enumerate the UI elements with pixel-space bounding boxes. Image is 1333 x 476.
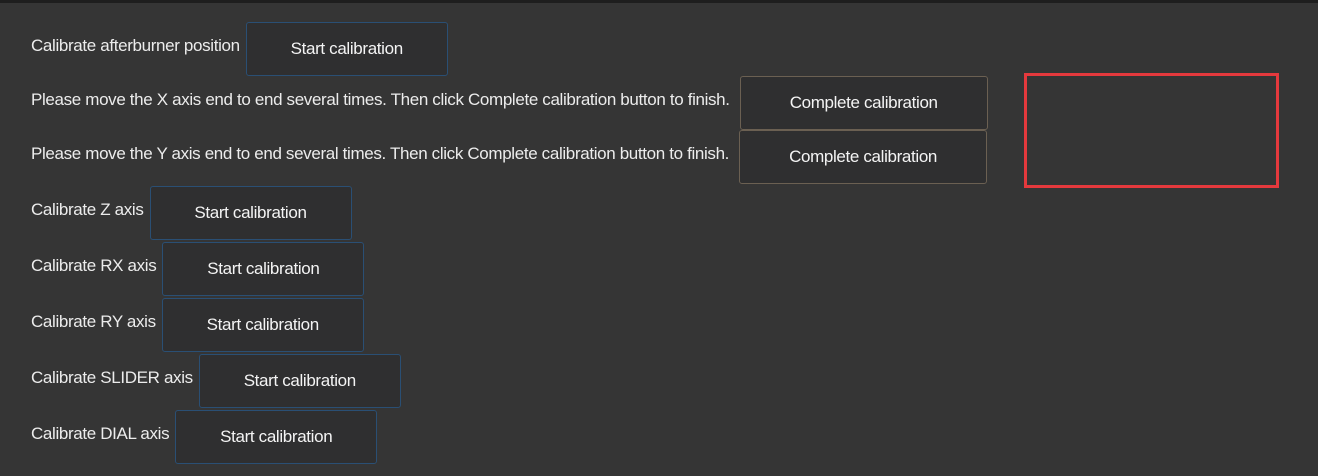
start-calibration-button[interactable]: Start calibration: [245, 22, 448, 76]
calibration-label: Calibrate RY axis: [31, 312, 156, 331]
start-calibration-button[interactable]: Start calibration: [198, 354, 401, 408]
start-calibration-button[interactable]: Start calibration: [161, 298, 364, 352]
calibration-label: Calibrate SLIDER axis: [31, 368, 193, 387]
calibration-label: Calibrate afterburner position: [31, 36, 240, 55]
complete-calibration-button[interactable]: Complete calibration: [739, 130, 988, 184]
highlight-box: [1024, 73, 1279, 188]
calibration-row-x-axis: Please move the X axis end to end severa…: [31, 75, 988, 131]
calibration-row-rx-axis: Calibrate RX axis Start calibration: [31, 241, 365, 297]
calibration-row-z-axis: Calibrate Z axis Start calibration: [31, 185, 352, 241]
calibration-label: Calibrate Z axis: [31, 200, 144, 219]
start-calibration-button[interactable]: Start calibration: [149, 186, 352, 240]
calibration-row-dial-axis: Calibrate DIAL axis Start calibration: [31, 409, 378, 465]
start-calibration-button[interactable]: Start calibration: [175, 410, 378, 464]
calibration-instruction-label: Please move the X axis end to end severa…: [31, 90, 730, 109]
calibration-row-slider-axis: Calibrate SLIDER axis Start calibration: [31, 353, 401, 409]
calibration-panel: Calibrate afterburner position Start cal…: [0, 0, 1318, 476]
calibration-row-afterburner: Calibrate afterburner position Start cal…: [31, 21, 448, 77]
calibration-label: Calibrate RX axis: [31, 256, 157, 275]
complete-calibration-button[interactable]: Complete calibration: [739, 76, 988, 130]
calibration-instruction-label: Please move the Y axis end to end severa…: [31, 144, 730, 163]
calibration-row-ry-axis: Calibrate RY axis Start calibration: [31, 297, 364, 353]
calibration-row-y-axis: Please move the Y axis end to end severa…: [31, 129, 988, 185]
start-calibration-button[interactable]: Start calibration: [162, 242, 365, 296]
calibration-label: Calibrate DIAL axis: [31, 424, 170, 443]
